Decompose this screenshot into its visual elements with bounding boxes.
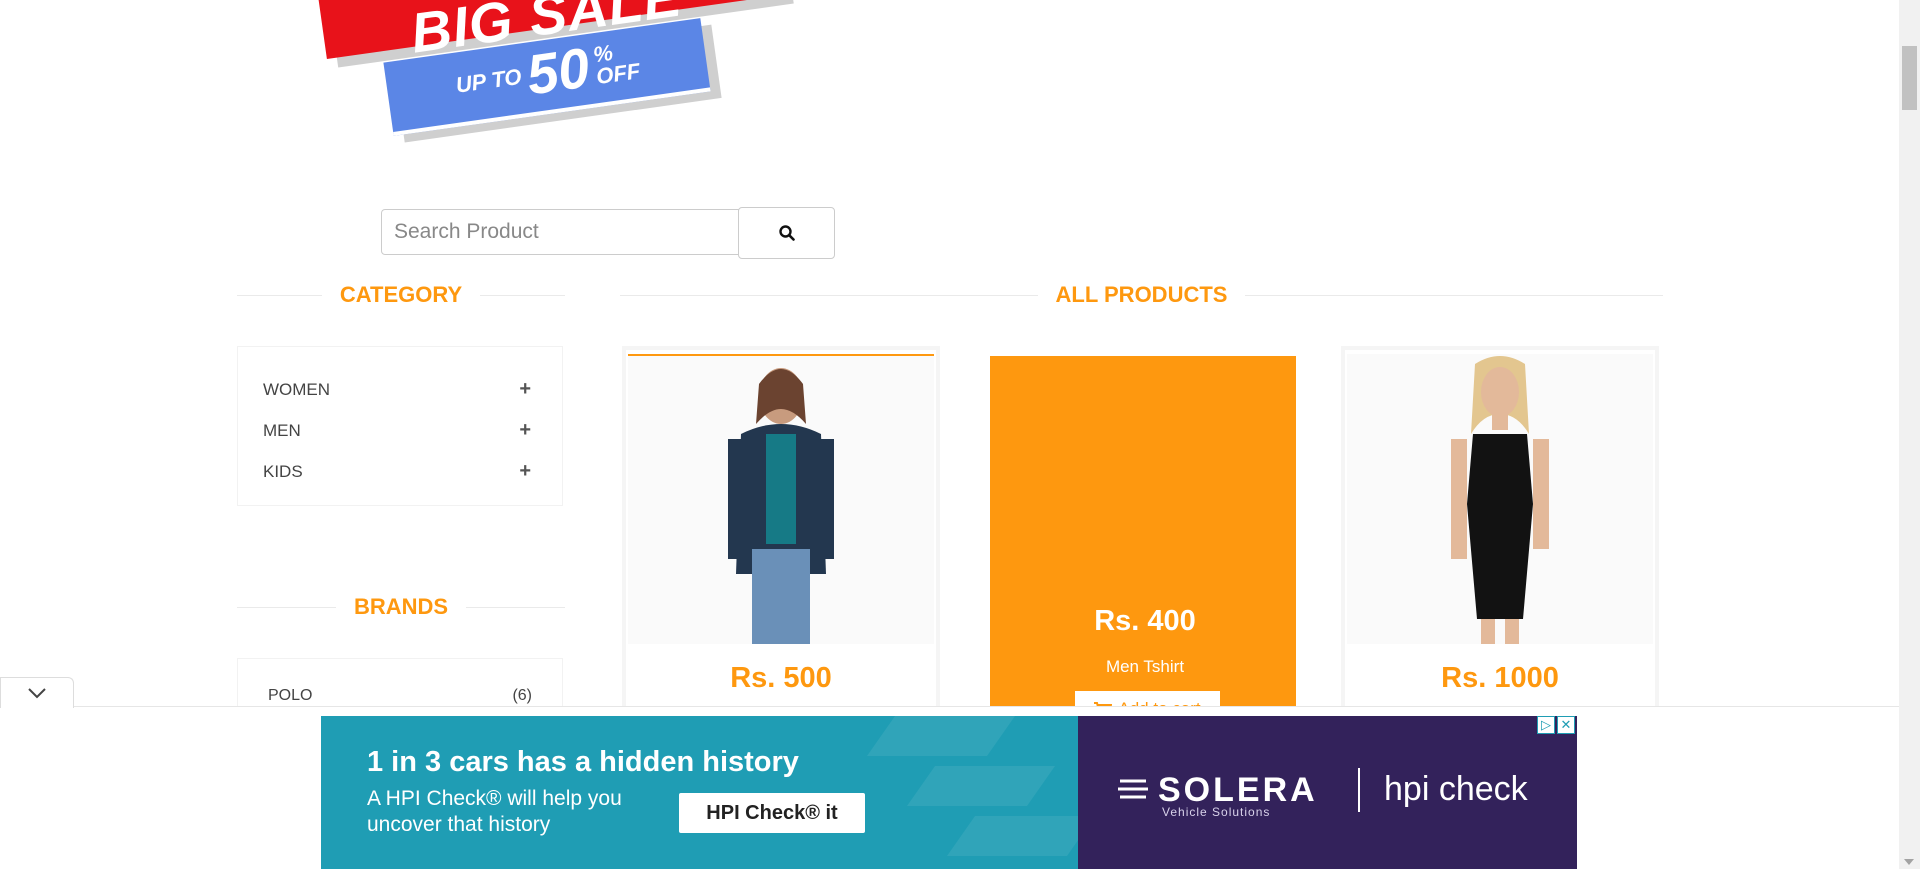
card-accent-bar [628, 354, 934, 356]
brands-heading: BRANDS [237, 594, 565, 620]
search-bar [381, 207, 835, 259]
woman-black-dress-image [1347, 354, 1653, 644]
ad-controls: ▷ ✕ [1537, 716, 1575, 734]
ad-right-panel: SOLERA Vehicle Solutions hpi check [1078, 716, 1577, 869]
banner-percent: 50 [522, 35, 594, 107]
plus-icon[interactable]: + [519, 419, 531, 442]
ad-decoration [906, 766, 1056, 806]
solera-logo-icon [1118, 779, 1148, 799]
ad-headline: 1 in 3 cars has a hidden history [367, 746, 799, 778]
product-card[interactable]: Rs. 1000 [1341, 346, 1659, 716]
brands-title: BRANDS [353, 594, 449, 619]
product-price: Rs. 400 [1094, 605, 1196, 637]
product-name: Men Tshirt [1105, 657, 1185, 676]
search-input[interactable] [381, 209, 739, 255]
product-price: Rs. 500 [730, 662, 832, 694]
page-scrollbar[interactable] [1899, 0, 1920, 869]
all-products-title: ALL PRODUCTS [1055, 282, 1228, 307]
divider [1245, 294, 1663, 296]
ad-subtext: A HPI Check® will help you uncover that … [367, 787, 622, 836]
category-item-women[interactable]: WOMEN + [263, 369, 537, 410]
scroll-down-arrow-icon[interactable] [1904, 859, 1914, 865]
brand-count: (6) [512, 687, 532, 704]
divider [466, 606, 565, 608]
plus-icon[interactable]: + [519, 460, 531, 483]
ad-brand-subtitle: Vehicle Solutions [1162, 805, 1271, 819]
ad-divider [1358, 768, 1360, 812]
all-products-heading: ALL PRODUCTS [620, 282, 1663, 308]
category-heading: CATEGORY [237, 282, 566, 308]
ad-partner-name: hpi check [1384, 770, 1528, 808]
ad-left-panel: 1 in 3 cars has a hidden history A HPI C… [321, 716, 1078, 869]
category-item-kids[interactable]: KIDS + [263, 451, 537, 492]
product-image [1347, 354, 1653, 644]
category-label: WOMEN [263, 379, 331, 399]
chevron-down-icon [28, 688, 46, 699]
category-title: CATEGORY [339, 282, 463, 307]
ad-cta-button[interactable]: HPI Check® it [679, 793, 865, 833]
ad-decoration [866, 716, 1016, 756]
category-label: MEN [263, 420, 301, 440]
category-label: KIDS [263, 461, 303, 481]
search-button[interactable] [738, 207, 835, 259]
ad-decoration [946, 816, 1078, 856]
category-panel: WOMEN + MEN + KIDS + [237, 346, 563, 506]
product-card[interactable]: Rs. 400 Men Tshirt Add to cart [982, 346, 1300, 716]
banner-off-text: OFF [594, 57, 642, 89]
banner-percent-off: % OFF [592, 38, 642, 88]
banner-up-to: UP TO [454, 63, 523, 98]
ad-choices-icon[interactable]: ▷ [1537, 716, 1555, 734]
divider [480, 294, 566, 296]
product-image [628, 354, 934, 644]
ad-close-icon[interactable]: ✕ [1557, 716, 1575, 734]
brand-label: POLO [268, 687, 313, 704]
product-price: Rs. 1000 [1441, 662, 1559, 694]
plus-icon[interactable]: + [519, 378, 531, 401]
scrollbar-thumb[interactable] [1902, 46, 1917, 110]
search-icon [778, 225, 795, 241]
advertisement[interactable]: 1 in 3 cars has a hidden history A HPI C… [321, 716, 1577, 869]
big-sale-banner: BIG SALE UP TO 50 % OFF [305, 0, 795, 136]
category-item-men[interactable]: MEN + [263, 410, 537, 451]
product-card[interactable]: Rs. 500 [622, 346, 940, 716]
brand-item-polo[interactable]: POLO (6) [268, 687, 532, 705]
woman-cardigan-image [628, 354, 934, 644]
divider [620, 294, 1038, 296]
divider [237, 294, 322, 296]
divider [237, 606, 336, 608]
ad-collapse-toggle[interactable] [0, 677, 74, 708]
product-overlay: Rs. 400 Men Tshirt Add to cart [990, 356, 1296, 712]
